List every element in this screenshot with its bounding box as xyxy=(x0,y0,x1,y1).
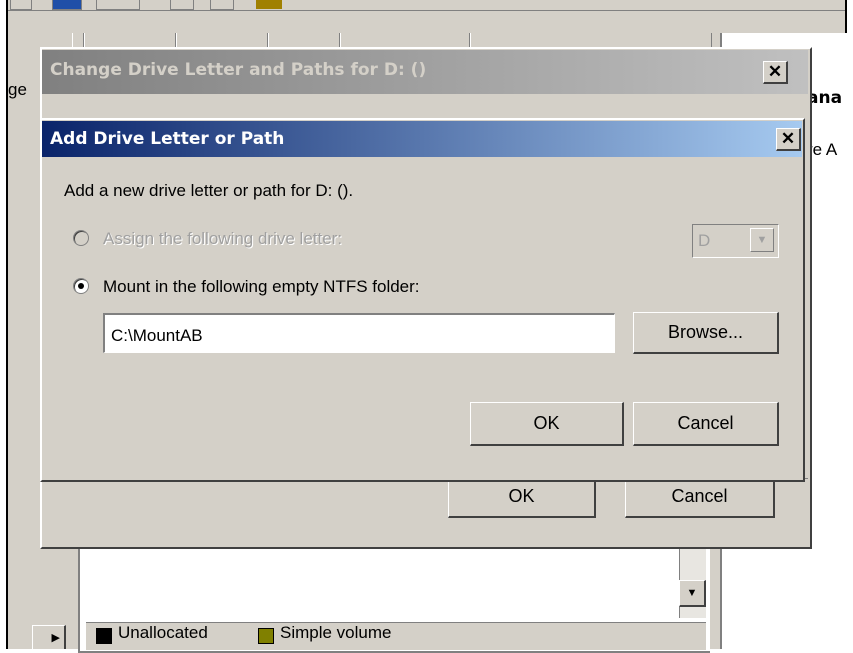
inner-close-icon[interactable]: ✕ xyxy=(776,128,801,151)
mount-path-input[interactable] xyxy=(103,313,615,353)
actions-pane-section: ana xyxy=(807,88,843,108)
legend-swatch-simple-volume xyxy=(258,628,274,644)
inner-ok-button[interactable]: OK xyxy=(470,402,624,446)
assign-letter-label: Assign the following drive letter: xyxy=(103,229,343,248)
dialog-description: Add a new drive letter or path for D: ()… xyxy=(64,181,354,200)
radio-selected-dot xyxy=(78,283,84,289)
properties-icon[interactable] xyxy=(96,0,140,10)
mount-folder-label: Mount in the following empty NTFS folder… xyxy=(103,277,420,296)
assign-letter-radio[interactable] xyxy=(73,230,89,246)
outer-cancel-button[interactable]: Cancel xyxy=(625,478,775,518)
new-icon[interactable] xyxy=(170,0,194,10)
list-icon[interactable] xyxy=(210,0,234,10)
legend-label-unallocated: Unallocated xyxy=(118,623,208,642)
inner-dialog-title: Add Drive Letter or Path xyxy=(50,129,285,149)
outer-close-icon[interactable]: ✕ xyxy=(763,61,788,84)
wizard-icon[interactable] xyxy=(256,0,282,9)
chevron-down-icon[interactable]: ▼ xyxy=(750,228,774,252)
outer-dialog-title: Change Drive Letter and Paths for D: () xyxy=(50,60,427,80)
toolbar-button[interactable] xyxy=(10,0,32,10)
help-icon[interactable] xyxy=(52,0,82,10)
inner-cancel-button[interactable]: Cancel xyxy=(633,402,779,446)
drive-letter-value: D xyxy=(698,231,711,250)
outer-ok-button[interactable]: OK xyxy=(448,478,596,518)
legend-swatch-unallocated xyxy=(96,628,112,644)
column-text-fragment: ge xyxy=(8,80,27,99)
browse-button[interactable]: Browse... xyxy=(633,312,779,354)
scroll-down-button[interactable]: ▼ xyxy=(679,580,706,607)
legend-label-simple-volume: Simple volume xyxy=(280,623,392,642)
mount-folder-radio[interactable] xyxy=(73,278,89,294)
scroll-right-button[interactable]: ▶ xyxy=(32,625,66,649)
